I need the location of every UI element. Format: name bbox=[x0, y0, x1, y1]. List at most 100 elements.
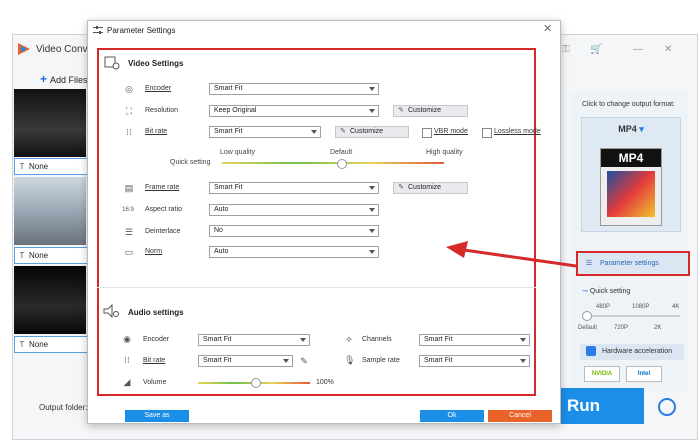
volume-slider-knob[interactable] bbox=[251, 378, 261, 388]
deinterlace-label: Deinterlace bbox=[145, 228, 181, 235]
parameter-settings-button[interactable]: ☰ Parameter settings bbox=[576, 251, 690, 276]
chip-icon bbox=[586, 346, 596, 357]
ok-button[interactable]: Ok bbox=[420, 410, 484, 422]
volume-label: Volume bbox=[143, 379, 167, 386]
aspect-ratio-select[interactable]: Auto bbox=[209, 204, 379, 216]
format-name: MP4 ▾ bbox=[618, 124, 644, 134]
parameter-settings-label: Parameter settings bbox=[600, 260, 659, 267]
norm-label[interactable]: Norm bbox=[145, 248, 162, 255]
sample-rate-select[interactable]: Smart Fit bbox=[419, 355, 530, 367]
resolution-select[interactable]: Keep Original bbox=[209, 105, 379, 117]
pencil-icon: ✎ bbox=[398, 107, 404, 114]
alarm-clock-icon[interactable] bbox=[658, 398, 676, 416]
default-quality-label: Default bbox=[330, 149, 353, 156]
quick-setting-knob[interactable] bbox=[582, 311, 592, 321]
audio-encoder-label: Encoder bbox=[143, 336, 170, 343]
subtitle-value: None bbox=[29, 162, 49, 171]
resolution-icon: ⛶ bbox=[125, 106, 133, 116]
settings-sliders-icon bbox=[93, 26, 103, 34]
annotation-arrow bbox=[446, 241, 577, 268]
close-window-icon[interactable]: ✕ bbox=[664, 44, 672, 55]
vbr-mode-label[interactable]: VBR mode bbox=[434, 128, 468, 135]
channels-label: Channels bbox=[362, 336, 392, 343]
quality-slider-track[interactable] bbox=[222, 162, 444, 164]
quick-setting-track[interactable] bbox=[584, 315, 680, 317]
nvidia-badge: NVIDIA bbox=[584, 366, 620, 382]
channels-select[interactable]: Smart Fit bbox=[419, 334, 530, 346]
format-icon-label: MP4 bbox=[601, 149, 661, 167]
output-format-hint: Click to change output format: bbox=[582, 101, 675, 108]
frame-rate-customize-button[interactable]: ✎ Customize bbox=[393, 182, 468, 194]
bitrate-icon: ⁝⁝ bbox=[126, 127, 132, 137]
video-settings-title: Video Settings bbox=[128, 59, 184, 68]
resolution-label: Resolution bbox=[145, 107, 179, 114]
minimize-icon[interactable]: — bbox=[633, 44, 643, 55]
audio-bitrate-icon: ⁝⁝ bbox=[124, 355, 130, 365]
frame-rate-label[interactable]: Frame rate bbox=[145, 184, 179, 191]
app-logo-icon bbox=[18, 43, 30, 55]
quick-tick: 1080P bbox=[632, 304, 650, 310]
low-quality-label: Low quality bbox=[220, 149, 256, 156]
text-icon: T bbox=[19, 162, 25, 171]
pencil-icon: ✎ bbox=[340, 128, 346, 135]
channels-icon: ⟡ bbox=[346, 334, 352, 344]
intel-badge: Intel bbox=[626, 366, 662, 382]
volume-icon: ◢ bbox=[123, 377, 131, 387]
subtitle-row[interactable]: T None bbox=[14, 247, 88, 264]
lossless-mode-label[interactable]: Lossless mode bbox=[494, 128, 541, 135]
video-thumbnail[interactable] bbox=[14, 266, 86, 334]
video-thumbnail[interactable] bbox=[14, 177, 86, 245]
quick-tick: 4K bbox=[672, 304, 680, 310]
subtitle-row[interactable]: T None bbox=[14, 336, 88, 353]
audio-encoder-select[interactable]: Smart Fit bbox=[198, 334, 310, 346]
text-icon: T bbox=[19, 340, 25, 349]
add-files-button[interactable]: + Add Files bbox=[40, 72, 88, 86]
frame-rate-select[interactable]: Smart Fit bbox=[209, 182, 379, 194]
plus-icon: + bbox=[40, 72, 48, 86]
hardware-acceleration-label: Hardware acceleration bbox=[602, 348, 673, 355]
audio-encoder-icon: ◉ bbox=[123, 334, 131, 344]
norm-select[interactable]: Auto bbox=[209, 246, 379, 258]
aspect-ratio-label: Aspect ratio bbox=[145, 206, 182, 213]
vbr-mode-checkbox[interactable] bbox=[422, 128, 432, 138]
lossless-mode-checkbox[interactable] bbox=[482, 128, 492, 138]
output-folder-label: Output folder: bbox=[39, 403, 88, 412]
cart-icon[interactable]: 🛒 bbox=[590, 44, 602, 55]
subtitle-row[interactable]: T None bbox=[14, 158, 88, 175]
bitrate-label[interactable]: Bit rate bbox=[145, 128, 167, 135]
norm-icon: ▭ bbox=[124, 247, 134, 257]
video-bitrate-select[interactable]: Smart Fit bbox=[209, 126, 321, 138]
quick-setting-label: Quick setting bbox=[170, 159, 211, 166]
resolution-customize-button[interactable]: ✎ Customize bbox=[393, 105, 468, 117]
video-encoder-select[interactable]: Smart Fit bbox=[209, 83, 379, 95]
add-files-label: Add Files bbox=[50, 75, 88, 85]
video-thumbnail[interactable] bbox=[14, 89, 86, 157]
encoder-label[interactable]: Encoder bbox=[145, 85, 171, 92]
hardware-acceleration-button[interactable]: Hardware acceleration bbox=[580, 344, 684, 360]
audio-bitrate-select[interactable]: Smart Fit bbox=[198, 355, 293, 367]
subtitle-value: None bbox=[29, 340, 49, 349]
pencil-icon: ✎ bbox=[398, 184, 404, 191]
close-icon[interactable]: ✕ bbox=[543, 22, 552, 35]
video-settings-icon bbox=[104, 56, 120, 70]
chevron-down-icon: ▾ bbox=[639, 124, 644, 134]
quick-tick: Default bbox=[578, 325, 598, 331]
deinterlace-icon: ☰ bbox=[124, 227, 134, 237]
run-button[interactable]: Run bbox=[558, 388, 644, 424]
audio-settings-title: Audio settings bbox=[128, 308, 184, 317]
save-as-button[interactable]: Save as bbox=[125, 410, 189, 422]
frame-rate-icon: ▤ bbox=[124, 183, 134, 193]
volume-value: 100% bbox=[316, 379, 334, 386]
key-icon[interactable]: ⚿ bbox=[562, 44, 570, 55]
mp4-format-icon: MP4 bbox=[600, 148, 662, 226]
pencil-icon[interactable]: ✎ bbox=[299, 356, 309, 366]
deinterlace-select[interactable]: No bbox=[209, 225, 379, 237]
output-format-selector[interactable]: MP4 ▾ MP4 bbox=[581, 117, 681, 232]
cancel-button[interactable]: Cancel bbox=[488, 410, 552, 422]
quality-slider-knob[interactable] bbox=[337, 159, 347, 169]
bitrate-customize-button[interactable]: ✎ Customize bbox=[335, 126, 409, 138]
subtitle-value: None bbox=[29, 251, 49, 260]
app-title: Video Conv bbox=[36, 44, 88, 55]
audio-bitrate-label[interactable]: Bit rate bbox=[143, 357, 165, 364]
high-quality-label: High quality bbox=[426, 149, 463, 156]
